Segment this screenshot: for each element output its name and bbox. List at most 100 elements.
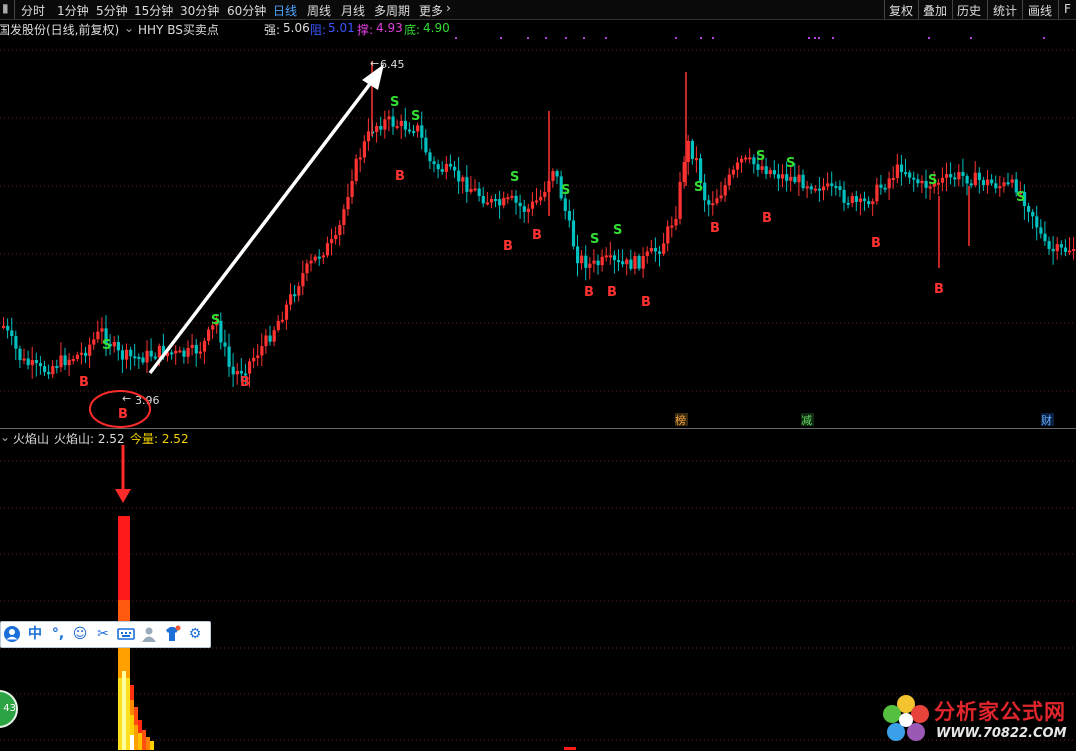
scissors-icon[interactable]: ✂ <box>94 625 112 643</box>
candle-body <box>182 350 186 357</box>
candle-body <box>850 196 854 203</box>
restore-rights-button[interactable]: 复权 <box>889 2 913 19</box>
candle-body <box>608 255 612 258</box>
candle-body <box>485 202 489 205</box>
tab-multi-period[interactable]: 多周期 <box>374 2 410 19</box>
tab-30min[interactable]: 30分钟 <box>180 2 219 19</box>
tab-daily[interactable]: 日线 <box>273 2 297 19</box>
panel-toggle-icon[interactable]: ▮ <box>2 1 9 15</box>
candle-body <box>30 360 34 366</box>
tab-weekly[interactable]: 周线 <box>307 2 331 19</box>
signal-dot <box>455 37 457 39</box>
tab-more[interactable]: 更多 <box>419 2 443 19</box>
signal-dot <box>565 37 567 39</box>
statistics-button[interactable]: 统计 <box>993 2 1017 19</box>
sell-signal: S <box>1016 190 1025 205</box>
buy-signal: B <box>710 221 720 236</box>
watermark-title: 分析家公式网 <box>934 700 1066 724</box>
candle-body <box>26 358 30 366</box>
emoji-icon[interactable]: ☺ <box>71 625 89 643</box>
low-price-arrow-icon: ← <box>122 392 131 405</box>
sell-signal: S <box>390 95 399 110</box>
overlay-button[interactable]: 叠加 <box>923 2 947 19</box>
candle-body <box>875 184 879 202</box>
candle-body <box>375 126 379 133</box>
indicator-dropdown-icon[interactable]: ⌄ <box>124 21 134 35</box>
strong-value: 5.06 <box>283 21 310 35</box>
chevron-right-icon[interactable]: › <box>446 1 451 15</box>
tab-monthly[interactable]: 月线 <box>341 2 365 19</box>
trend-arrow-line <box>148 74 378 375</box>
indicator-dropdown-icon[interactable]: ⌄ <box>0 430 10 444</box>
candle-body <box>473 188 477 191</box>
skin-icon[interactable] <box>163 625 181 643</box>
candle-body <box>1010 179 1014 183</box>
candle-body <box>428 152 432 162</box>
candle-body <box>276 320 280 331</box>
candle-body <box>34 360 38 364</box>
tab-5min[interactable]: 5分钟 <box>96 2 128 19</box>
candle-body <box>1043 233 1047 242</box>
period-toolbar: ▮ 分时 1分钟 5分钟 15分钟 30分钟 60分钟 日线 周线 月线 多周期… <box>0 0 1076 20</box>
event-marker-bang[interactable]: 榜 <box>675 413 686 427</box>
candle-body <box>526 208 530 212</box>
candle-body <box>797 174 801 183</box>
settings-icon[interactable]: ⚙ <box>186 625 204 643</box>
event-marker-cai[interactable]: 财 <box>1041 413 1052 427</box>
buy-signal: B <box>503 239 513 254</box>
candle-body <box>584 255 588 268</box>
candle-body <box>895 164 899 178</box>
candle-body <box>301 273 305 287</box>
candle-body <box>272 330 276 342</box>
pointer-arrow-head <box>115 489 131 503</box>
candle-body <box>149 350 153 357</box>
candle-body <box>465 177 469 192</box>
event-marker-jian[interactable]: 减 <box>801 414 812 427</box>
candle-body <box>342 209 346 225</box>
price-grid <box>0 49 1076 392</box>
candle-body <box>502 197 506 206</box>
flame-bar-segment <box>130 735 134 750</box>
candle-body <box>424 137 428 153</box>
candle-body <box>432 161 436 165</box>
candle-body <box>768 170 772 175</box>
punctuation-icon[interactable]: °, <box>49 625 67 643</box>
buy-signal: B <box>762 211 772 226</box>
person-icon[interactable] <box>140 625 158 643</box>
signal-dot <box>545 37 547 39</box>
candle-body <box>260 346 264 356</box>
user-icon[interactable] <box>3 625 21 643</box>
candle-body <box>588 263 592 268</box>
candle-body <box>391 116 395 127</box>
high-price-arrow-icon: ← <box>370 57 379 70</box>
candle-body <box>674 218 678 226</box>
candle-body <box>633 255 637 269</box>
candle-body <box>580 255 584 264</box>
tab-15min[interactable]: 15分钟 <box>134 2 173 19</box>
candle-body <box>63 355 67 366</box>
candle-body <box>379 126 383 130</box>
candle-body <box>699 158 703 183</box>
candlestick-chart[interactable]: B BBBBB BBBBBBSSSSSSSSSS SSS ← 6.45 ← 3.96 … <box>0 36 1076 428</box>
candle-body <box>764 166 768 175</box>
tab-60min[interactable]: 60分钟 <box>227 2 266 19</box>
tab-fenshi[interactable]: 分时 <box>21 2 45 19</box>
candle-body <box>891 177 895 180</box>
candle-body <box>14 336 18 349</box>
draw-line-button[interactable]: 画线 <box>1028 2 1052 19</box>
candle-body <box>145 350 149 363</box>
signal-dot <box>814 37 816 39</box>
tab-1min[interactable]: 1分钟 <box>57 2 89 19</box>
history-button[interactable]: 历史 <box>957 2 981 19</box>
candle-body <box>690 140 694 159</box>
signal-dot <box>700 37 702 39</box>
signal-dot <box>583 37 585 39</box>
function-key-button[interactable]: F <box>1064 2 1071 16</box>
candle-body <box>92 339 96 345</box>
candle-body <box>334 235 338 240</box>
candle-body <box>268 335 272 342</box>
keyboard-icon[interactable] <box>117 625 135 643</box>
candle-body <box>596 260 600 266</box>
sell-signal: S <box>756 149 765 164</box>
chinese-mode-icon[interactable]: 中 <box>26 625 44 643</box>
